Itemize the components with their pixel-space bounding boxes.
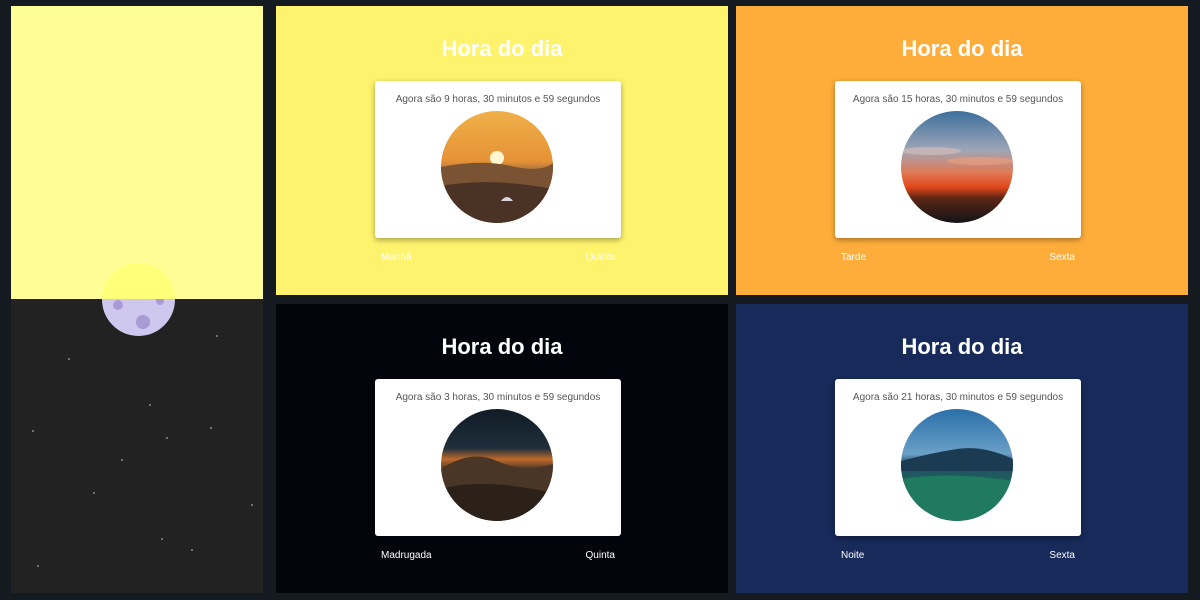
panel-title: Hora do dia [901,334,1023,359]
time-text: Agora são 9 horas, 30 minutos e 59 segun… [395,94,601,105]
night-sky-panel [11,299,263,593]
weekday-label: Quinta [585,550,615,561]
morning-photo [441,111,553,223]
period-label: Madrugada [381,550,432,561]
dawn-photo [441,409,553,521]
panel-title: Hora do dia [441,36,563,61]
period-label: Manhã [381,252,412,263]
morning-clock-panel: Hora do dia Agora são 9 horas, 30 minuto… [276,6,728,295]
time-card: Agora são 21 horas, 30 minutos e 59 segu… [835,379,1081,536]
weekday-label: Quinta [585,252,615,263]
weekday-label: Sexta [1049,252,1075,263]
sun-moon-icon [102,263,175,336]
period-label: Noite [841,550,865,561]
day-sky-panel [11,6,263,299]
time-card: Agora são 3 horas, 30 minutos e 59 segun… [375,379,621,536]
dawn-clock-panel: Hora do dia Agora são 3 horas, 30 minuto… [276,304,728,593]
weekday-label: Sexta [1049,550,1075,561]
time-text: Agora são 3 horas, 30 minutos e 59 segun… [395,392,601,403]
time-text: Agora são 15 horas, 30 minutos e 59 segu… [852,94,1064,105]
panel-title: Hora do dia [441,334,563,359]
afternoon-photo [901,111,1013,223]
afternoon-clock-panel: Hora do dia Agora são 15 horas, 30 minut… [736,6,1188,295]
night-clock-panel: Hora do dia Agora são 21 horas, 30 minut… [736,304,1188,593]
time-card: Agora são 15 horas, 30 minutos e 59 segu… [835,81,1081,238]
period-label: Tarde [841,252,867,263]
time-card: Agora são 9 horas, 30 minutos e 59 segun… [375,81,621,238]
time-text: Agora são 21 horas, 30 minutos e 59 segu… [852,392,1064,403]
night-photo [901,409,1013,521]
panel-title: Hora do dia [901,36,1023,61]
